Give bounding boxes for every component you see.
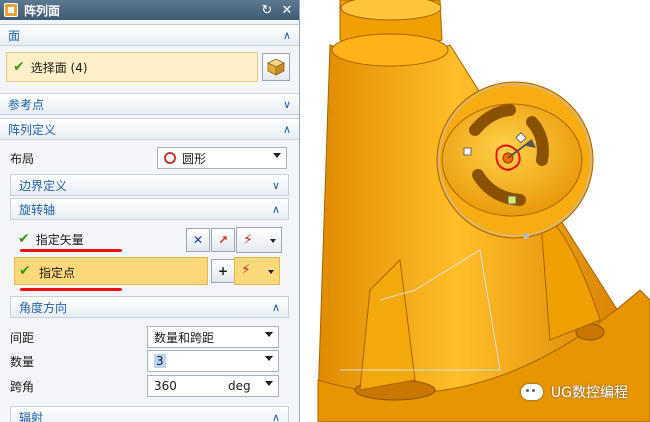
chevron-down-icon <box>265 332 273 337</box>
chevron-up-icon: ∧ <box>282 122 291 136</box>
chevron-down-icon <box>273 153 281 158</box>
dialog-title: 阵列面 <box>24 3 61 18</box>
face-selector-button[interactable] <box>262 53 290 81</box>
angle-section-header[interactable]: 角度方向 ∧ <box>10 296 289 318</box>
face-section-header[interactable]: 面 ∧ <box>0 24 299 46</box>
vector-type-menu[interactable]: ⚡ <box>236 227 282 253</box>
chevron-down-icon <box>268 270 274 274</box>
count-value: 3 <box>154 354 166 368</box>
reverse-direction-button[interactable]: ✕ <box>186 228 210 252</box>
dialog-title-bar[interactable]: 阵列面 ↻ ✕ <box>0 0 299 20</box>
spacing-label: 间距 <box>10 330 35 345</box>
spacing-dropdown[interactable]: 数量和跨距 <box>147 326 279 348</box>
circle-layout-icon <box>164 152 176 164</box>
spacing-value: 数量和跨距 <box>154 330 215 345</box>
rotation-axis-section-title: 旋转轴 <box>19 202 56 217</box>
chevron-down-icon: ∨ <box>271 178 280 192</box>
layout-label: 布局 <box>10 151 35 166</box>
span-angle-unit: deg <box>228 379 251 393</box>
select-face-row[interactable]: ✔ 选择面 (4) <box>6 52 258 82</box>
point-marker <box>523 233 529 239</box>
red-annotation-underline <box>20 249 122 252</box>
count-input[interactable]: 3 <box>147 350 279 372</box>
chevron-down-icon <box>265 381 273 386</box>
layout-value: 圆形 <box>182 151 207 166</box>
vector-dialog-button[interactable]: ↗ <box>211 228 235 252</box>
chevron-up-icon: ∧ <box>271 410 280 422</box>
pattern-face-dialog: 阵列面 ↻ ✕ 面 ∧ ✔ 选择面 (4) 参考点 ∨ 阵列定义 ∧ 布局 圆形… <box>0 0 300 422</box>
reset-icon[interactable]: ↻ <box>259 2 275 18</box>
layout-dropdown[interactable]: 圆形 <box>157 147 287 169</box>
boundary-section-title: 边界定义 <box>19 178 68 193</box>
red-annotation-underline <box>20 288 122 291</box>
chevron-up-icon: ∧ <box>271 300 280 314</box>
wechat-icon <box>520 384 543 400</box>
watermark-text: UG数控编程 <box>550 385 628 401</box>
radial-section-header[interactable]: 辐射 ∧ <box>10 406 289 422</box>
check-icon: ✔ <box>18 231 30 247</box>
part-model <box>317 0 650 422</box>
face-section-title: 面 <box>8 28 21 43</box>
span-angle-label: 跨角 <box>10 379 35 394</box>
span-angle-input[interactable]: 360 deg <box>147 375 279 397</box>
specify-point-label: 指定点 <box>39 266 76 280</box>
boundary-section-header[interactable]: 边界定义 ∨ <box>10 174 289 196</box>
point-dialog-icon: + <box>217 264 229 278</box>
graphics-viewport[interactable]: UG数控编程 <box>300 0 650 422</box>
reverse-direction-icon: ✕ <box>192 233 204 247</box>
cube-icon <box>267 58 285 76</box>
drag-handle[interactable] <box>507 195 517 205</box>
drag-handle[interactable] <box>463 147 472 156</box>
specify-point-row[interactable]: ✔ 指定点 <box>14 257 208 285</box>
cone-top-face <box>331 33 449 67</box>
top-cylinder-face <box>340 0 442 21</box>
app-icon <box>4 3 18 17</box>
chevron-up-icon: ∧ <box>282 28 291 42</box>
chevron-down-icon <box>265 356 273 361</box>
select-face-label: 选择面 (4) <box>30 60 88 75</box>
ref-point-section-title: 参考点 <box>8 97 45 112</box>
specify-vector-label: 指定矢量 <box>35 232 84 247</box>
point-lightning-icon: ⚡ <box>241 262 251 278</box>
ref-point-section-header[interactable]: 参考点 ∨ <box>0 93 299 115</box>
vector-dialog-icon: ↗ <box>217 233 229 247</box>
radial-section-title: 辐射 <box>19 410 44 422</box>
close-icon[interactable]: ✕ <box>279 2 295 18</box>
rotation-axis-section-header[interactable]: 旋转轴 ∧ <box>10 198 289 220</box>
span-angle-value: 360 <box>154 379 177 393</box>
pattern-section-title: 阵列定义 <box>8 122 57 137</box>
point-type-menu[interactable]: ⚡ <box>234 257 280 285</box>
pattern-section-header[interactable]: 阵列定义 ∧ <box>0 118 299 140</box>
chevron-down-icon <box>270 239 276 243</box>
chevron-up-icon: ∧ <box>271 202 280 216</box>
vector-lightning-icon: ⚡ <box>243 232 253 248</box>
check-icon: ✔ <box>19 263 31 279</box>
check-icon: ✔ <box>13 59 25 75</box>
chevron-down-icon: ∨ <box>282 97 291 111</box>
point-dialog-button[interactable]: + <box>211 259 235 283</box>
watermark: UG数控编程 <box>520 382 628 402</box>
count-label: 数量 <box>10 354 35 369</box>
angle-section-title: 角度方向 <box>19 300 68 315</box>
